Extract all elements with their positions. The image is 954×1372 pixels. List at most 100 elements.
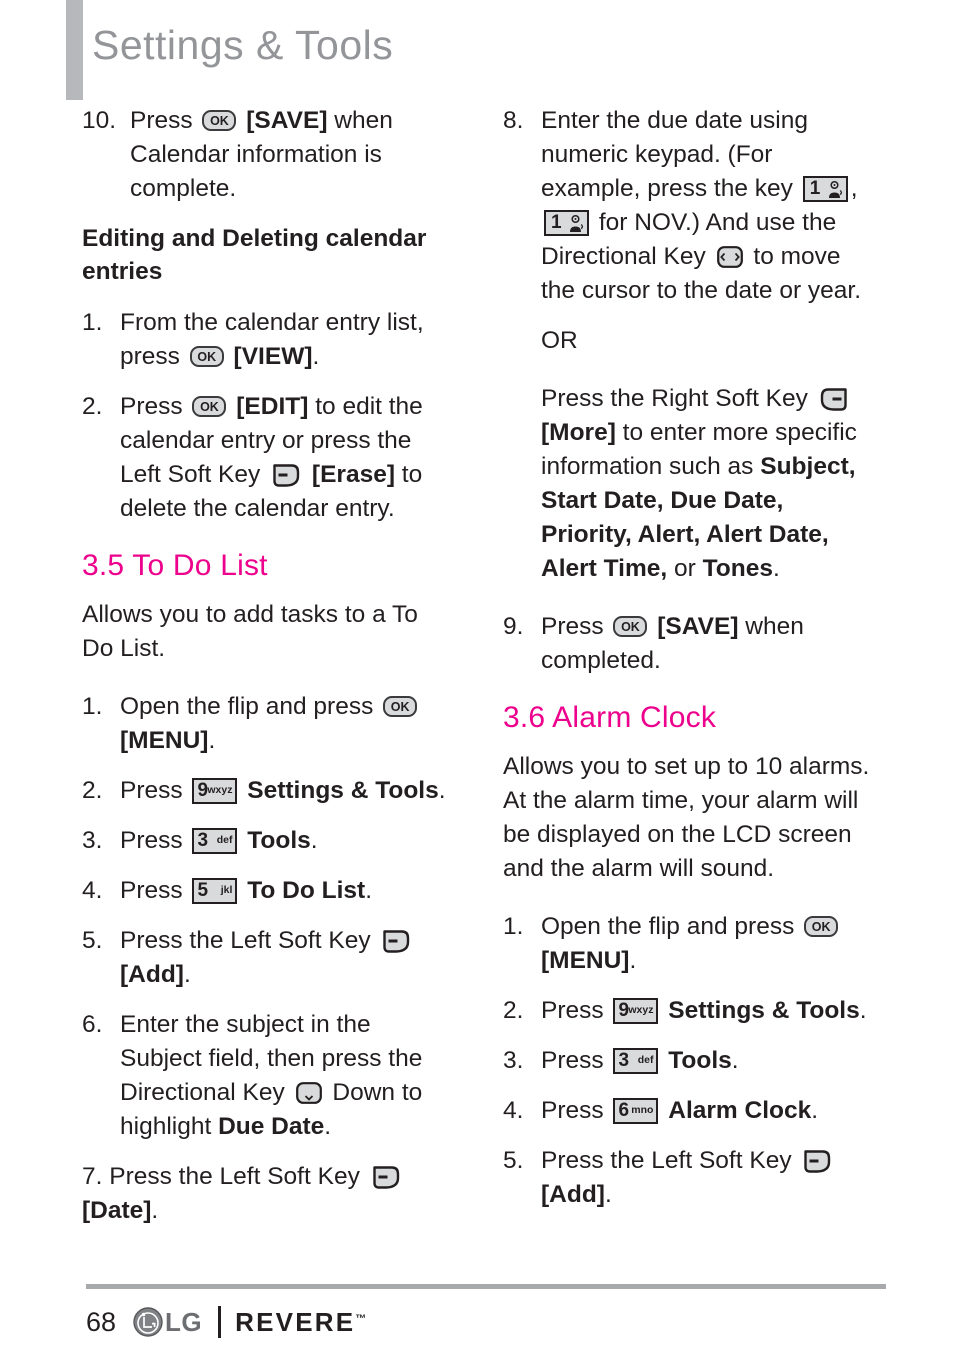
header-accent-bar — [66, 0, 83, 100]
step-number: 10. — [82, 107, 117, 134]
page-title: Settings & Tools — [92, 22, 394, 68]
section-intro: Allows you to set up to 10 alarms. At th… — [503, 753, 870, 882]
list-item: 8. Enter the due date using numeric keypa… — [503, 104, 875, 308]
page-footer: 68 LG REVERE™ — [0, 1254, 954, 1372]
ok-key-icon: OK — [189, 346, 224, 367]
step-number: 9. — [503, 613, 524, 640]
numeric-key-9-icon: 9 wxyz — [613, 998, 659, 1024]
numeric-key-6-icon: 6 mno — [613, 1098, 659, 1124]
more-emphasis: [More] — [541, 419, 616, 446]
step-number: 4. — [82, 877, 103, 904]
step-emphasis: [MENU] — [120, 727, 209, 754]
step-text-2: . — [604, 1181, 612, 1208]
step-emphasis: [MENU] — [541, 947, 630, 974]
page-number: 68 — [86, 1306, 117, 1337]
list-item: 1. Open the flip and press OK [MENU]. — [82, 690, 454, 758]
step-text: Press — [541, 1097, 604, 1124]
key-digit: 3 — [618, 1050, 630, 1071]
step-text-3: . — [324, 1113, 332, 1140]
step-emphasis: Settings & Tools — [247, 777, 439, 804]
step-number: 1. — [82, 309, 103, 336]
step-text-2: . — [811, 1097, 819, 1124]
list-item: 1. Open the flip and press OK [MENU]. — [503, 910, 875, 978]
lg-circle-logo-icon — [133, 1307, 163, 1337]
step-text: Open the flip and press — [541, 913, 795, 940]
step-text-2: . — [859, 997, 867, 1024]
more-text-3: or — [674, 555, 696, 582]
step-emphasis: [SAVE] — [657, 613, 739, 640]
list-item: 5. Press the Left Soft Key [Add]. — [82, 924, 454, 992]
left-soft-key-icon — [802, 1149, 832, 1174]
list-item: 1. From the calendar entry list, press OK… — [82, 306, 454, 374]
key-letters: mno — [631, 1104, 654, 1116]
left-soft-key-icon — [371, 1165, 401, 1190]
step-text: Press — [541, 1047, 604, 1074]
list-item: 4. Press 5 jkl To Do List. — [82, 874, 454, 908]
section-heading-alarm-clock: 3.6 Alarm Clock — [503, 701, 717, 734]
step-number: 2. — [82, 393, 103, 420]
footer-content: 68 LG REVERE™ — [86, 1306, 366, 1338]
step-text: Press the Left Soft Key — [109, 1163, 360, 1190]
step-emphasis-2: [Erase] — [311, 461, 395, 488]
key-separator: , — [850, 175, 858, 202]
more-instruction-block: Press the Right Soft Key [More] to enter… — [503, 382, 875, 586]
step-text-2: . — [438, 777, 446, 804]
key-digit: 1 — [551, 212, 562, 233]
right-column: 8. Enter the due date using numeric keypa… — [503, 104, 875, 1228]
list-item: 10. Press OK [SAVE] when Calendar informa… — [82, 104, 454, 206]
list-item: 4. Press 6 mno Alarm Clock. — [503, 1094, 875, 1128]
left-column: 10. Press OK [SAVE] when Calendar informa… — [82, 104, 454, 1244]
step-text-2: . — [208, 727, 216, 754]
list-item: 3. Press 3 def Tools. — [503, 1044, 875, 1078]
lg-wordmark: LG — [165, 1306, 203, 1337]
directional-key-left-right-icon — [716, 245, 744, 269]
list-item: 6. Enter the subject in the Subject field… — [82, 1008, 454, 1144]
step-text: Press — [120, 777, 183, 804]
step-number: 6. — [82, 1011, 103, 1038]
step-text-2: . — [629, 947, 637, 974]
numeric-key-1-icon: 1 — [802, 176, 848, 202]
list-item: 2. Press 9 wxyz Settings & Tools. — [82, 774, 454, 808]
step-text: Press — [120, 393, 183, 420]
step-emphasis: [Add] — [120, 961, 184, 988]
step-emphasis: Settings & Tools — [668, 997, 860, 1024]
step-number: 4. — [503, 1097, 524, 1124]
key-digit: 1 — [809, 178, 821, 199]
numeric-key-9-icon: 9 wxyz — [192, 778, 238, 804]
step-number: 2. — [82, 777, 103, 804]
step-text: Press — [541, 997, 604, 1024]
model-wordmark: REVERE™ — [235, 1307, 366, 1338]
key-letters: def — [637, 1054, 654, 1066]
step-text-2: . — [731, 1047, 739, 1074]
step-emphasis: To Do List — [247, 877, 366, 904]
step-emphasis: [Date] — [82, 1197, 152, 1224]
step-number: 8. — [503, 107, 524, 134]
step-text: Press — [120, 827, 183, 854]
step-text: Enter the due date using numeric keypad.… — [541, 107, 808, 202]
list-item: 3. Press 3 def Tools. — [82, 824, 454, 858]
footer-divider — [86, 1284, 886, 1289]
step-text: Press — [130, 107, 193, 134]
step-text: Open the flip and press — [120, 693, 374, 720]
step-emphasis: [SAVE] — [246, 107, 328, 134]
step-number: 3. — [82, 827, 103, 854]
ok-key-icon: OK — [383, 696, 418, 717]
numeric-key-1-icon-2: 1 — [544, 210, 589, 236]
list-item: 5. Press the Left Soft Key [Add]. — [503, 1144, 875, 1212]
key-letters: jkl — [220, 884, 233, 896]
step-text-2: . — [183, 961, 191, 988]
ok-key-icon: OK — [192, 396, 227, 417]
step-number: 5. — [82, 927, 103, 954]
lg-revere-logo: LG REVERE™ — [133, 1306, 366, 1338]
step-text-2: . — [365, 877, 373, 904]
more-text-4: . — [772, 555, 780, 582]
step-emphasis: [EDIT] — [236, 393, 309, 420]
step-text: Press the Left Soft Key — [541, 1147, 792, 1174]
step-emphasis: Alarm Clock — [668, 1097, 812, 1124]
list-item: 7. Press the Left Soft Key [Date]. — [82, 1160, 454, 1228]
footer-logo-divider — [218, 1306, 222, 1338]
or-divider-text: OR — [541, 327, 578, 354]
section-heading-to-do-list: 3.5 To Do List — [82, 549, 268, 582]
content-columns: 10. Press OK [SAVE] when Calendar informa… — [0, 104, 954, 1254]
step-number: 3. — [503, 1047, 524, 1074]
